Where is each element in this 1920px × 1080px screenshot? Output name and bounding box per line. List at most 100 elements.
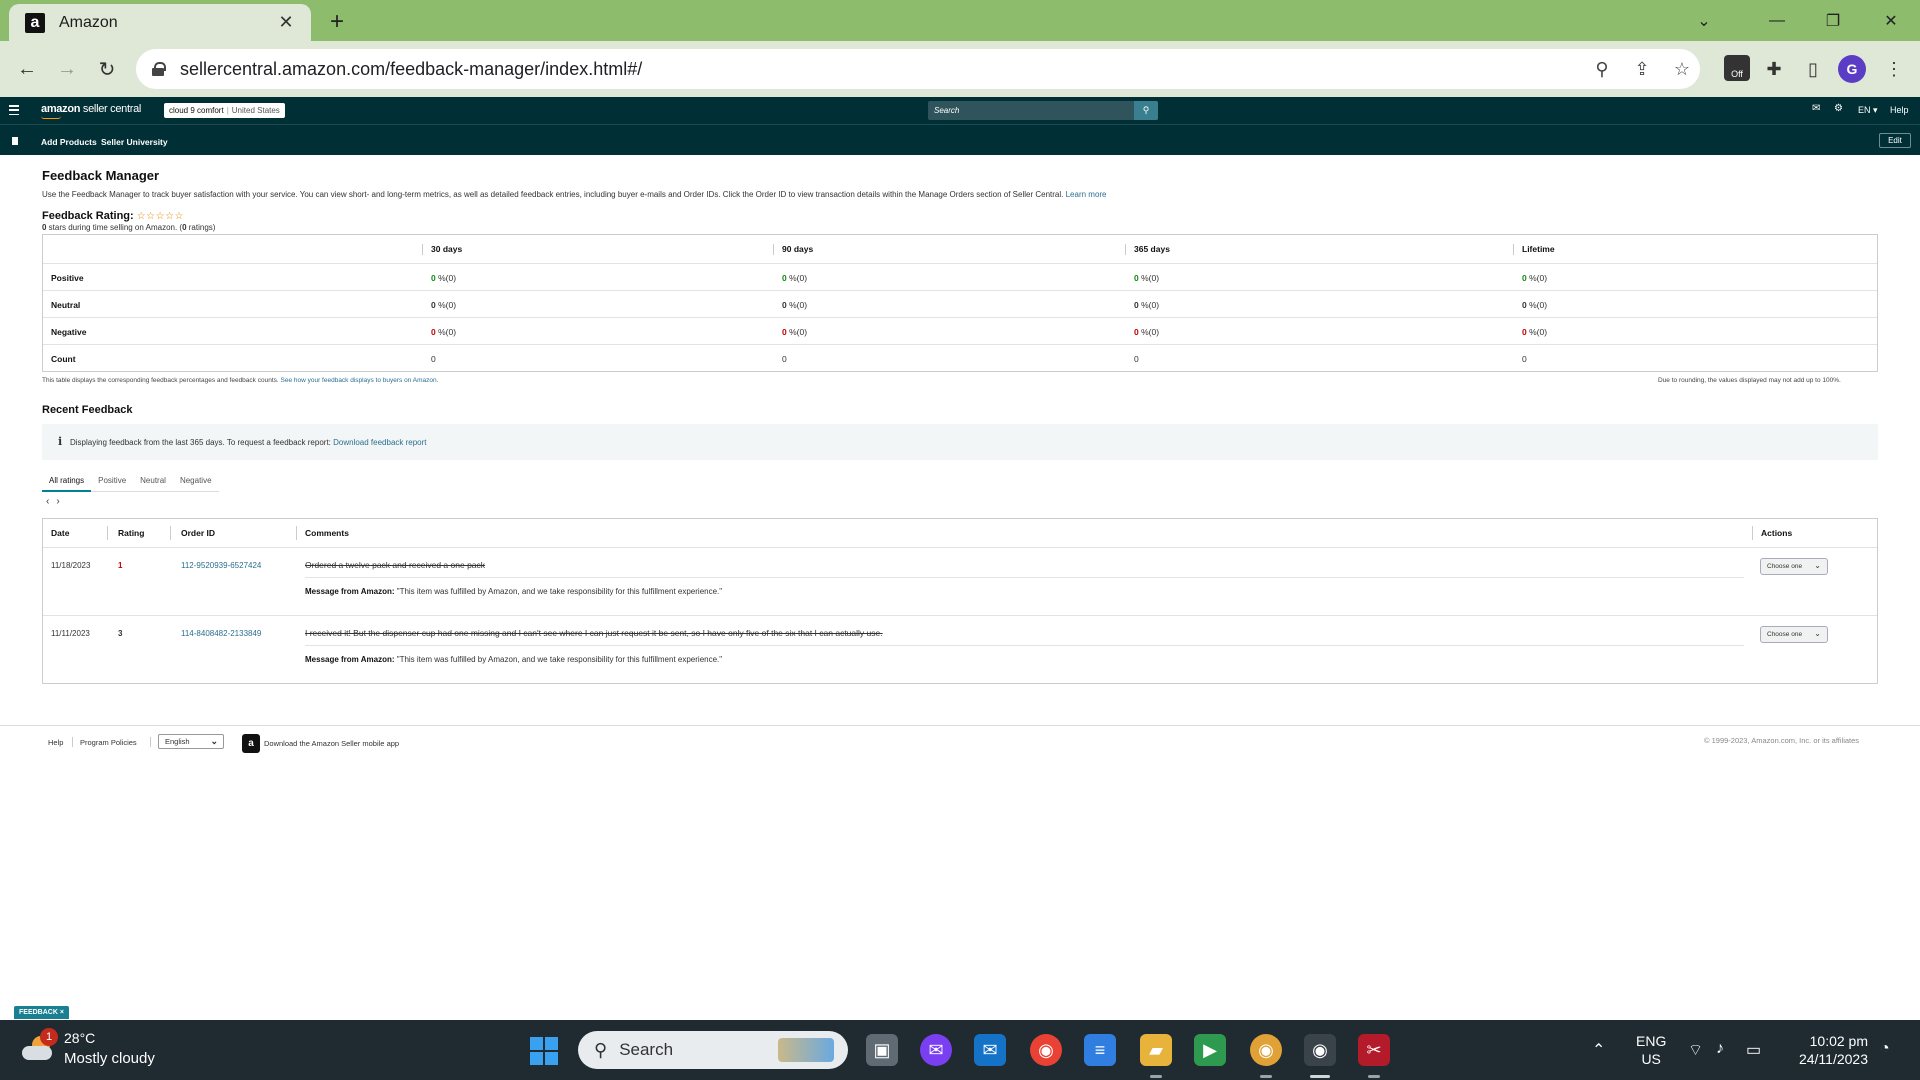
mail-app-icon[interactable]: ✉ — [974, 1034, 1006, 1066]
close-tab-icon[interactable]: ✕ — [275, 12, 297, 34]
back-icon[interactable]: ← — [13, 55, 41, 83]
order-id-link[interactable]: 114-8408482-2133849 — [181, 629, 261, 638]
download-report-link[interactable]: Download feedback report — [333, 438, 426, 447]
close-window-button[interactable]: ✕ — [1873, 8, 1909, 34]
omnibox[interactable]: sellercentral.amazon.com/feedback-manage… — [136, 49, 1700, 89]
windows-start-icon[interactable] — [530, 1037, 558, 1065]
seller-search[interactable]: Search ⚲ — [928, 101, 1158, 120]
notepad-icon[interactable]: ≡ — [1084, 1034, 1116, 1066]
footer-separator — [150, 737, 151, 747]
footer-help-link[interactable]: Help — [48, 738, 63, 747]
url-text[interactable]: sellercentral.amazon.com/feedback-manage… — [180, 59, 642, 80]
learn-more-link[interactable]: Learn more — [1066, 190, 1107, 199]
chevron-up-icon[interactable]: ⌃ — [1592, 1040, 1605, 1060]
lock-icon[interactable] — [152, 62, 166, 76]
help-link[interactable]: Help — [1890, 105, 1909, 115]
zoom-icon[interactable]: ⚲ — [1590, 57, 1614, 81]
metric-value: 0 %(0) — [1522, 273, 1548, 283]
tab-neutral[interactable]: Neutral — [133, 470, 173, 492]
chevron-down-icon: ⌄ — [1814, 561, 1821, 570]
extensions-puzzle-icon[interactable]: ✚ — [1760, 55, 1788, 83]
chrome-profile-icon[interactable]: ◉ — [1250, 1034, 1282, 1066]
feedback-comment: I received it! But the dispenser cup had… — [305, 628, 883, 638]
restore-button[interactable]: ❐ — [1815, 8, 1851, 34]
footer-policies-link[interactable]: Program Policies — [80, 738, 137, 747]
rating-stars-icon: ☆☆☆☆☆ — [136, 210, 185, 222]
seller-central-header: amazon seller central cloud 9 comfort | … — [0, 97, 1920, 124]
weather-description[interactable]: Mostly cloudy — [64, 1050, 155, 1067]
task-view-icon[interactable]: ▣ — [866, 1034, 898, 1066]
new-tab-button[interactable]: + — [324, 8, 350, 35]
metric-value: 0 %(0) — [782, 327, 808, 337]
side-panel-icon[interactable]: ▯ — [1799, 55, 1827, 83]
metrics-header-365-days: 365 days — [1125, 244, 1170, 255]
notifications-icon[interactable]: ◔ — [1880, 1040, 1890, 1058]
column-divider — [107, 526, 108, 540]
reload-icon[interactable]: ↻ — [93, 55, 121, 83]
file-explorer-icon[interactable]: ▰ — [1140, 1034, 1172, 1066]
edit-button[interactable]: Edit — [1879, 133, 1911, 148]
language-selector[interactable]: EN ▾ — [1858, 105, 1878, 116]
feedback-display-link[interactable]: See how your feedback displays to buyers… — [281, 377, 439, 384]
feedback-widget-button[interactable]: FEEDBACK × — [14, 1006, 69, 1019]
subnav-seller-university[interactable]: Seller University — [101, 137, 168, 147]
metrics-note: This table displays the corresponding fe… — [42, 377, 439, 384]
bookmark-star-icon[interactable]: ☆ — [1670, 57, 1694, 81]
page-title: Feedback Manager — [42, 168, 160, 183]
forward-icon[interactable]: → — [53, 55, 81, 83]
chrome-active-icon[interactable]: ◉ — [1304, 1034, 1336, 1066]
order-id-link[interactable]: 112-9520939-6527424 — [181, 561, 261, 570]
gear-icon[interactable]: ⚙ — [1834, 103, 1843, 114]
chevron-down-icon: ⌄ — [1814, 629, 1821, 638]
weather-temperature[interactable]: 28°C — [64, 1030, 95, 1046]
metrics-row-neutral: Neutral 0 %(0) 0 %(0) 0 %(0) 0 %(0) — [43, 290, 1877, 317]
profile-avatar[interactable]: G — [1838, 55, 1866, 83]
subnav-add-products[interactable]: Add Products — [41, 137, 97, 147]
seller-central-logo[interactable]: amazon seller central — [41, 103, 141, 115]
tab-positive[interactable]: Positive — [91, 470, 133, 492]
taskbar-search[interactable]: ⚲ Search — [578, 1031, 848, 1069]
store-switcher[interactable]: cloud 9 comfort | United States — [164, 103, 285, 118]
minimize-button[interactable]: — — [1759, 8, 1795, 34]
wifi-icon[interactable]: ⌔ — [1688, 1040, 1703, 1060]
tab-all-ratings[interactable]: All ratings — [42, 470, 92, 492]
clock[interactable]: 10:02 pm 24/11/2023 — [1788, 1032, 1868, 1068]
rating-filter-tabs: All ratings Positive Neutral Negative — [42, 470, 219, 492]
chevron-left-icon[interactable]: ‹ — [46, 496, 49, 507]
battery-icon[interactable]: ▭ — [1746, 1040, 1761, 1060]
column-rating[interactable]: Rating — [118, 528, 144, 538]
messenger-icon[interactable]: ✉ — [920, 1034, 952, 1066]
volume-icon[interactable]: ♪ — [1716, 1040, 1724, 1058]
seller-app-icon[interactable]: a — [242, 734, 260, 753]
search-icon[interactable]: ⚲ — [1134, 101, 1158, 120]
browser-menu-icon[interactable]: ⋮ — [1880, 55, 1908, 83]
search-input[interactable]: Search — [934, 106, 1134, 115]
column-order-id[interactable]: Order ID — [181, 528, 215, 538]
seller-app-link[interactable]: Download the Amazon Seller mobile app — [264, 739, 399, 748]
tab-title: Amazon — [59, 13, 118, 31]
extension-off-icon[interactable]: Off — [1724, 55, 1750, 81]
browser-tab[interactable]: a Amazon ✕ — [9, 4, 311, 41]
menu-icon[interactable] — [9, 105, 19, 115]
metric-value: 0 — [1134, 354, 1139, 364]
column-date[interactable]: Date — [51, 528, 69, 538]
tab-search-icon[interactable]: ⌄ — [1686, 8, 1722, 34]
taskbar-search-input[interactable]: Search — [619, 1040, 673, 1060]
column-divider — [296, 526, 297, 540]
mail-icon[interactable]: ✉ — [1812, 103, 1820, 114]
metric-value: 0 %(0) — [431, 300, 457, 310]
footer-language-select[interactable]: English ⌄ — [158, 734, 224, 749]
google-meet-icon[interactable]: ▶ — [1194, 1034, 1226, 1066]
metrics-header-90-days: 90 days — [773, 244, 813, 255]
feedback-rating-value: 3 — [118, 629, 123, 638]
action-select[interactable]: Choose one ⌄ — [1760, 626, 1828, 643]
feedback-row: 11/11/2023 3 114-8408482-2133849 I recei… — [43, 615, 1877, 683]
share-icon[interactable]: ⇪ — [1630, 57, 1654, 81]
action-select[interactable]: Choose one ⌄ — [1760, 558, 1828, 575]
snipping-tool-icon[interactable]: ✂ — [1358, 1034, 1390, 1066]
bookmark-icon[interactable] — [12, 137, 18, 145]
tab-negative[interactable]: Negative — [173, 470, 219, 492]
input-language[interactable]: ENG US — [1636, 1032, 1666, 1068]
chrome-icon[interactable]: ◉ — [1030, 1034, 1062, 1066]
chevron-right-icon[interactable]: › — [56, 496, 59, 507]
